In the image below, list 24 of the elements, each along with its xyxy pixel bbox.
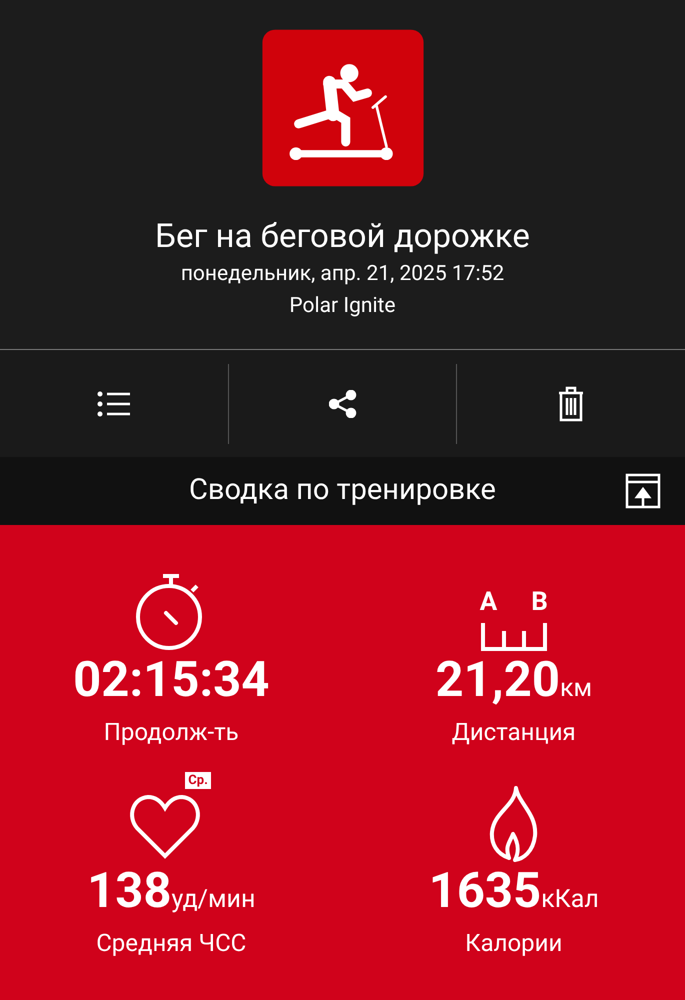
- stat-value: 21,20: [435, 655, 560, 704]
- share-icon: [328, 390, 356, 418]
- average-badge: Ср.: [185, 772, 211, 789]
- distance-point-label: B: [531, 589, 548, 615]
- stat-label: Продолж-ть: [104, 717, 239, 748]
- heart-icon: [129, 794, 202, 860]
- list-icon: [96, 390, 131, 416]
- trash-icon: [558, 386, 584, 422]
- stat-unit: уд/мин: [171, 887, 256, 912]
- stat-value: 138: [87, 866, 172, 915]
- workout-title: Бег на беговой дорожке: [155, 216, 530, 258]
- export-icon[interactable]: [625, 473, 661, 509]
- stat-label: Дистанция: [452, 717, 576, 748]
- device-name: Polar Ignite: [289, 292, 396, 320]
- summary-title: Сводка по тренировке: [189, 472, 496, 510]
- stat-unit: кКал: [541, 887, 599, 912]
- stat-unit: км: [560, 676, 592, 701]
- stat-value: 02:15:34: [73, 655, 270, 704]
- flame-icon: [488, 786, 539, 862]
- workout-date: понедельник, апр. 21, 2025 17:52: [180, 261, 504, 288]
- stat-value: 1635: [428, 866, 542, 915]
- stat-label: Средняя ЧСС: [96, 928, 246, 959]
- distance-point-label: A: [480, 589, 498, 615]
- stat-label: Калории: [465, 928, 562, 959]
